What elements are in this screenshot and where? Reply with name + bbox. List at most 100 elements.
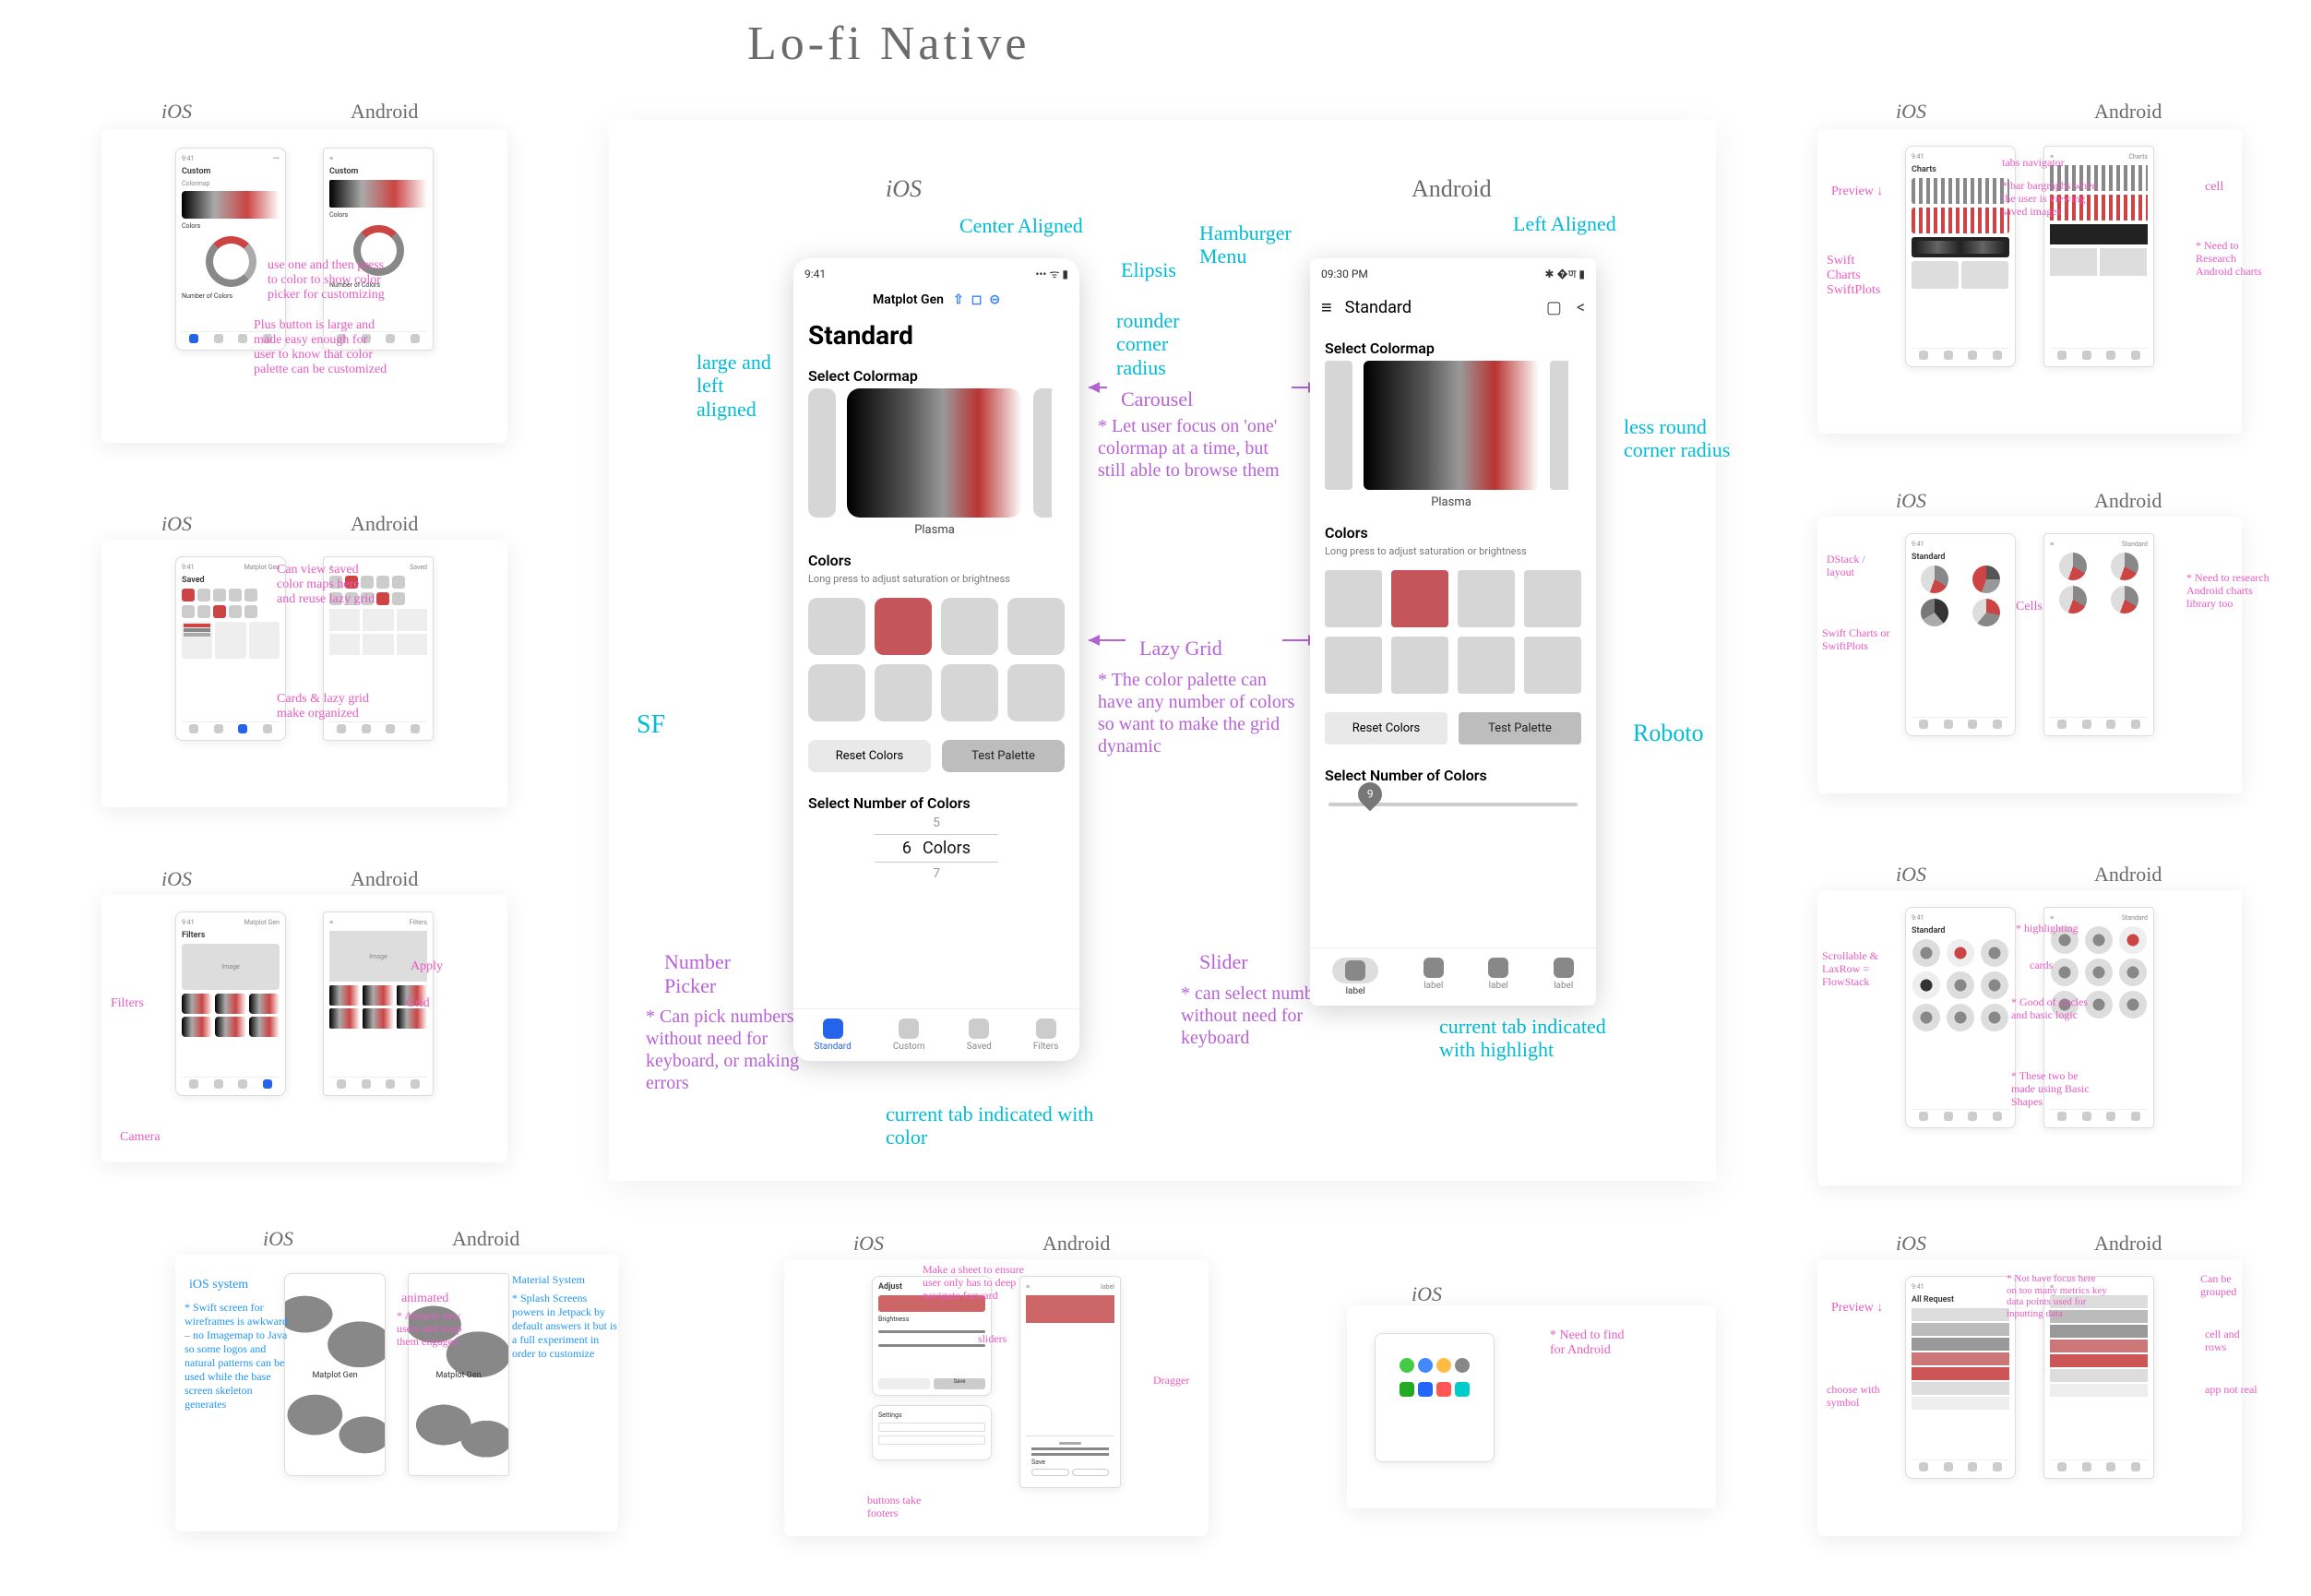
- ios-select-num-label: Select Number of Colors: [793, 785, 1079, 816]
- android-color-grid: [1310, 565, 1596, 699]
- carousel-next[interactable]: [1033, 388, 1052, 518]
- ios-label: iOS: [1896, 1232, 1926, 1256]
- note: animated: [401, 1292, 448, 1306]
- color-cell[interactable]: [1391, 637, 1448, 694]
- tab-item[interactable]: label: [1554, 958, 1574, 996]
- tab-item[interactable]: label: [1488, 958, 1508, 996]
- bookmark-icon[interactable]: ▢: [1546, 298, 1562, 317]
- test-palette-button[interactable]: Test Palette: [942, 740, 1065, 772]
- color-cell-selected[interactable]: [1391, 570, 1448, 627]
- android-label: Android: [351, 867, 418, 891]
- android-colors-label: Colors: [1310, 515, 1596, 545]
- note: * Need to Research Android charts: [2196, 240, 2269, 278]
- ios-label: iOS: [1896, 489, 1926, 513]
- color-cell[interactable]: [1524, 570, 1581, 627]
- color-cell[interactable]: [1325, 570, 1382, 627]
- picker-prev: 5: [933, 816, 940, 830]
- ios-status-icons: ••• ᯤ ▮: [1035, 266, 1068, 281]
- anno-picker-note: * Can pick numbers without need for keyb…: [646, 1006, 812, 1094]
- tab-filters[interactable]: Filters: [1033, 1018, 1059, 1052]
- share-icon[interactable]: ⇧: [953, 292, 964, 307]
- reset-colors-button[interactable]: Reset Colors: [808, 740, 931, 772]
- anno-carousel-note: * Let user focus on 'one' colormap at a …: [1098, 415, 1292, 482]
- note: Swift Charts or SwiftPlots: [1822, 627, 1896, 653]
- number-slider[interactable]: 9: [1310, 788, 1596, 814]
- android-label: Android: [351, 512, 418, 536]
- carousel-prev[interactable]: [1325, 361, 1352, 490]
- tab-item[interactable]: label: [1332, 958, 1378, 996]
- carousel-prev[interactable]: [808, 388, 836, 518]
- ios-label: iOS: [1896, 100, 1926, 124]
- android-colors-sub: Long press to adjust saturation or brigh…: [1310, 545, 1596, 565]
- note: * Attracts new users and keep them engag…: [397, 1310, 471, 1348]
- note: Cells: [2016, 600, 2043, 614]
- tab-icon: [1424, 958, 1444, 978]
- thumb-ios-request: 9:41 All Request: [1905, 1276, 2016, 1479]
- color-cell[interactable]: [808, 664, 865, 721]
- color-cell[interactable]: [941, 664, 998, 721]
- android-label: Android: [1042, 1232, 1110, 1256]
- color-cell[interactable]: [808, 598, 865, 655]
- android-app-bar: ≡ Standard ▢ <: [1310, 289, 1596, 330]
- thumb-ios-splash: Matplot Gen: [284, 1273, 386, 1476]
- ios-colormap-carousel[interactable]: Plasma: [793, 388, 1079, 542]
- color-cell-selected[interactable]: [875, 598, 932, 655]
- reset-colors-button[interactable]: Reset Colors: [1325, 712, 1447, 744]
- color-cell[interactable]: [1524, 637, 1581, 694]
- note: Cards & lazy grid make organized: [277, 692, 378, 721]
- note: Can be grouped: [2200, 1273, 2256, 1299]
- number-picker[interactable]: 5 6 Colors 7: [808, 816, 1065, 881]
- thumb-ios-saved: 9:41Matplot Gen Saved: [175, 556, 286, 741]
- tab-icon: [1554, 958, 1574, 978]
- hamburger-icon[interactable]: ≡: [1321, 296, 1332, 319]
- tab-saved[interactable]: Saved: [967, 1018, 992, 1052]
- bookmark-icon: [969, 1018, 989, 1039]
- anno-ellipsis: Elipsis: [1121, 258, 1176, 281]
- tab-item[interactable]: label: [1424, 958, 1444, 996]
- note: DStack / layout: [1827, 554, 1891, 579]
- anno-large-left: large and left aligned: [697, 351, 780, 421]
- thumb-ios-settings: Settings: [872, 1405, 992, 1460]
- color-cell[interactable]: [1007, 664, 1065, 721]
- thumb-ios-filters: 9:41Matplot Gen Filters Image: [175, 911, 286, 1096]
- test-palette-button[interactable]: Test Palette: [1459, 712, 1581, 744]
- anno-left-aligned: Left Aligned: [1513, 212, 1616, 235]
- note: Make a sheet to ensure user only has to …: [923, 1264, 1042, 1302]
- ios-tabbar: Standard Custom Saved Filters: [793, 1008, 1079, 1061]
- share-icon[interactable]: <: [1577, 298, 1585, 317]
- anno-lazygrid-title: Lazy Grid: [1139, 637, 1222, 661]
- tab-custom[interactable]: Custom: [893, 1018, 925, 1052]
- picker-current: 6: [902, 839, 911, 858]
- anno-hamburger: Hamburger Menu: [1199, 221, 1301, 268]
- anno-center-aligned: Center Aligned: [959, 214, 1083, 237]
- more-icon[interactable]: ⊝: [989, 292, 1000, 307]
- note: tabs navigator: [2002, 157, 2085, 170]
- color-cell[interactable]: [941, 598, 998, 655]
- android-colormap-carousel[interactable]: Plasma: [1310, 361, 1596, 515]
- bookmark-icon[interactable]: ◻: [971, 292, 983, 307]
- thumb-android-pies: ≡Standard: [2043, 533, 2154, 736]
- tab-icon: [1345, 960, 1365, 981]
- note: Plus button is large and made easy enoug…: [254, 318, 387, 377]
- ios-color-grid: [793, 592, 1079, 727]
- anno-android-tab: current tab indicated with highlight: [1439, 1015, 1633, 1062]
- colormap-swatch[interactable]: [1364, 361, 1539, 490]
- color-cell[interactable]: [1007, 598, 1065, 655]
- note: * Swift screen for wireframes is awkward…: [185, 1301, 291, 1411]
- note: use one and then press to color to show …: [268, 258, 387, 303]
- panel-filters: 9:41Matplot Gen Filters Image ≡Filters I…: [101, 895, 507, 1162]
- note: * bar bargraphs when the user is viewing…: [2002, 180, 2103, 218]
- color-cell[interactable]: [1458, 570, 1515, 627]
- color-cell[interactable]: [1458, 637, 1515, 694]
- carousel-next[interactable]: [1550, 361, 1568, 490]
- colormap-swatch[interactable]: [847, 388, 1022, 518]
- note: Preview ↓: [1831, 185, 1883, 199]
- android-select-num-label: Select Number of Colors: [1310, 757, 1596, 788]
- picker-next: 7: [933, 866, 940, 881]
- tab-standard[interactable]: Standard: [815, 1018, 852, 1052]
- thumb-ios-pies: 9:41 Standard: [1905, 533, 2016, 736]
- note: Scrollable & LaxRow = FlowStack: [1822, 950, 1896, 988]
- color-cell[interactable]: [875, 664, 932, 721]
- color-cell[interactable]: [1325, 637, 1382, 694]
- ios-label-center: iOS: [886, 175, 922, 203]
